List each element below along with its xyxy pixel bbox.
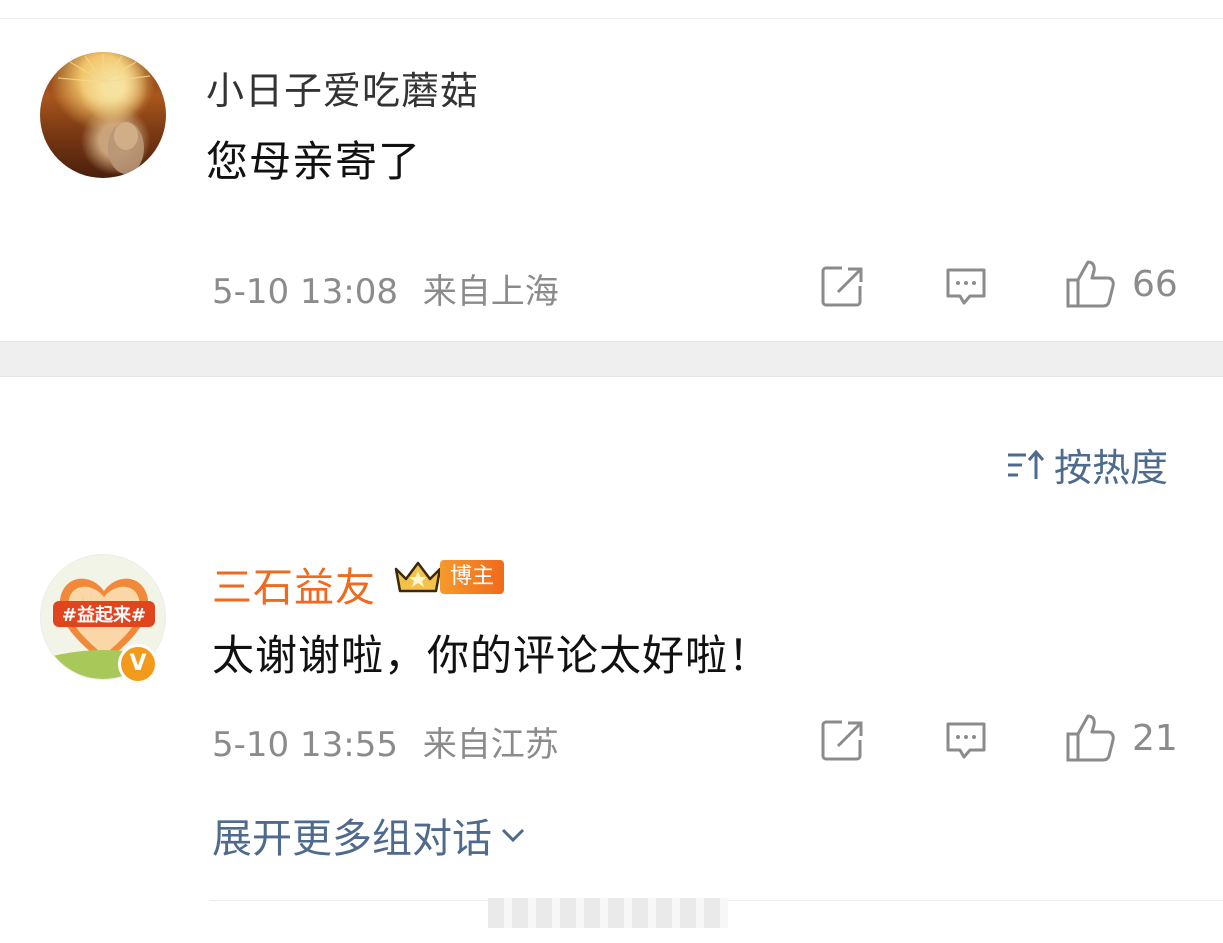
share-button[interactable]	[818, 262, 866, 314]
expand-label: 展开更多组对话	[212, 816, 492, 862]
like-count: 66	[1132, 263, 1178, 305]
comment-text: 您母亲寄了	[206, 137, 422, 186]
comment-button[interactable]	[942, 716, 990, 768]
verified-mark: V	[129, 651, 147, 676]
comment-meta: 5-10 13:08 来自上海	[212, 264, 559, 313]
thumbs-up-icon	[1066, 260, 1115, 308]
comment-time: 5-10 13:55	[212, 725, 398, 765]
comment-username[interactable]: 小日子爱吃蘑菇	[206, 60, 479, 115]
comment-icon	[946, 268, 986, 305]
chevron-down-icon	[501, 828, 525, 843]
section-separator	[0, 341, 1223, 377]
like-button[interactable]: 21	[1064, 712, 1178, 764]
sort-label: 按热度	[1054, 446, 1169, 490]
comment-location: 来自上海	[422, 272, 559, 312]
sort-icon	[1008, 449, 1045, 479]
comment-username[interactable]: 三石益友	[212, 555, 376, 613]
comment-meta: 5-10 13:55 来自江苏	[212, 717, 559, 766]
blogger-badge: 博主	[440, 560, 505, 594]
comment-location: 来自江苏	[422, 725, 559, 765]
expand-more-replies-link[interactable]: 展开更多组对话	[212, 806, 528, 864]
thumbs-up-icon	[1066, 714, 1115, 762]
comment-time: 5-10 13:08	[212, 272, 398, 312]
like-button[interactable]: 66	[1064, 258, 1178, 310]
avatar-art	[57, 54, 151, 174]
share-button[interactable]	[818, 716, 866, 768]
comment-button[interactable]	[942, 262, 990, 314]
crown-icon	[394, 561, 442, 593]
sort-by-hot-button[interactable]: 按热度	[1004, 437, 1168, 492]
avatar-text: #益起来#	[62, 604, 146, 626]
watermark-strip	[488, 898, 728, 928]
user-avatar[interactable]	[40, 52, 166, 178]
share-icon	[821, 720, 863, 761]
comment-text: 太谢谢啦，你的评论太好啦！	[212, 631, 772, 680]
top-divider	[0, 18, 1223, 19]
share-icon	[821, 266, 863, 307]
like-count: 21	[1132, 717, 1178, 759]
verified-badge: V	[118, 644, 158, 684]
comment-icon	[946, 722, 986, 759]
